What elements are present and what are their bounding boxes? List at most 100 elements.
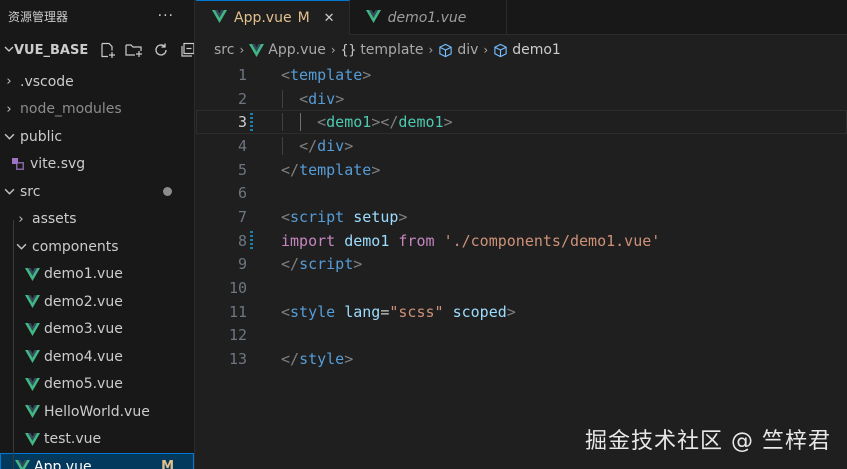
code-line[interactable]: 2 <div> xyxy=(196,87,847,111)
code-token: script xyxy=(290,207,345,226)
code-line[interactable]: 10 xyxy=(196,276,847,300)
indent-guide xyxy=(282,136,283,155)
chevron-right-icon: › xyxy=(428,43,434,57)
vue-file-icon xyxy=(24,294,40,310)
breadcrumb-item-template[interactable]: {} template xyxy=(341,42,424,58)
vue-file-icon xyxy=(249,43,265,57)
git-gutter-marker xyxy=(250,207,253,226)
git-gutter-marker xyxy=(250,231,253,251)
code-token: < xyxy=(317,113,327,132)
tree-item-vite-svg[interactable]: vite.svg xyxy=(0,151,194,179)
tree-item-label: assets xyxy=(32,211,77,228)
code-editor[interactable]: 1 <template> 2 <div> 3 <demo1></demo1> 4 </d… xyxy=(196,63,847,469)
code-token: style xyxy=(299,350,345,369)
breadcrumb-item-src[interactable]: src xyxy=(214,42,234,58)
line-number: 5 xyxy=(237,160,247,179)
code-token: demo1 xyxy=(398,113,444,132)
tree-item-demo2-vue[interactable]: demo2.vue xyxy=(0,288,194,316)
git-gutter-marker xyxy=(250,160,253,179)
braces-icon: {} xyxy=(340,42,357,58)
code-line[interactable]: 9 </script> xyxy=(196,253,847,277)
tree-item-helloworld-vue[interactable]: HelloWorld.vue xyxy=(0,398,194,426)
new-folder-icon[interactable] xyxy=(125,41,143,59)
tree-item-node-modules[interactable]: › node_modules xyxy=(0,96,194,124)
code-token: style xyxy=(290,302,336,321)
tab-app-vue[interactable]: App.vue M ✕ xyxy=(196,0,350,35)
code-line[interactable]: 6 xyxy=(196,181,847,205)
tab-label: demo1.vue xyxy=(387,9,467,26)
breadcrumb-item-div[interactable]: div xyxy=(438,42,478,58)
workspace-root[interactable]: VUE_BASE xyxy=(0,32,194,68)
tree-item-label: demo5.vue xyxy=(44,376,123,393)
breadcrumb-label: App.vue xyxy=(268,42,326,58)
tree-item-src[interactable]: src xyxy=(0,178,194,206)
code-token: template xyxy=(299,160,372,179)
tree-item-components[interactable]: components xyxy=(0,233,194,261)
line-number: 8 xyxy=(237,231,247,250)
code-token: demo1 xyxy=(344,231,390,250)
tree-item-label: demo2.vue xyxy=(44,293,123,310)
tree-item-label: demo1.vue xyxy=(44,266,123,283)
close-icon[interactable]: ✕ xyxy=(324,11,335,26)
tree-item-demo4-vue[interactable]: demo4.vue xyxy=(0,343,194,371)
breadcrumb-item-demo1[interactable]: demo1 xyxy=(493,42,561,58)
code-token: scoped xyxy=(452,302,507,321)
git-gutter-marker xyxy=(250,184,253,203)
new-file-icon[interactable] xyxy=(98,41,116,59)
more-actions-icon[interactable]: ··· xyxy=(158,8,174,24)
code-token: div xyxy=(308,89,336,108)
code-token: import xyxy=(281,231,336,250)
vue-file-icon xyxy=(212,10,228,26)
explorer-sidebar: 资源管理器 ··· VUE_BASE › .vscode › node_modu… xyxy=(0,0,195,469)
code-token: > xyxy=(443,113,453,132)
code-content: <script setup> xyxy=(281,208,407,226)
chevron-right-icon: › xyxy=(483,43,489,57)
tree-item-demo1-vue[interactable]: demo1.vue xyxy=(0,261,194,289)
code-token: > xyxy=(344,350,354,369)
git-gutter-marker xyxy=(250,302,253,321)
code-token: </ xyxy=(299,136,318,155)
line-number: 13 xyxy=(228,350,247,369)
chevron-down-icon xyxy=(2,131,16,142)
code-token: > xyxy=(398,207,408,226)
code-line[interactable]: 1 <template> xyxy=(196,63,847,87)
code-line[interactable]: 12 xyxy=(196,324,847,348)
tree-item-demo3-vue[interactable]: demo3.vue xyxy=(0,316,194,344)
code-line[interactable]: 11 <style lang="scss" scoped> xyxy=(196,300,847,324)
code-token: < xyxy=(299,89,309,108)
tab-demo1-vue[interactable]: demo1.vue xyxy=(350,0,508,35)
code-line[interactable]: 8 import demo1 from './components/demo1.v… xyxy=(196,229,847,253)
tree-item-demo5-vue[interactable]: demo5.vue xyxy=(0,371,194,399)
git-gutter-marker xyxy=(250,255,253,274)
code-line[interactable]: 5 </template> xyxy=(196,158,847,182)
code-line[interactable]: 4 </div> xyxy=(196,134,847,158)
tree-item-public[interactable]: public xyxy=(0,123,194,151)
refresh-icon[interactable] xyxy=(152,41,170,59)
tree-item-assets[interactable]: › assets xyxy=(0,206,194,234)
code-line[interactable]: 13 </style> xyxy=(196,347,847,371)
code-line[interactable]: 7 <script setup> xyxy=(196,205,847,229)
tree-item-label: vite.svg xyxy=(30,156,86,173)
tree-item-vscode[interactable]: › .vscode xyxy=(0,68,194,96)
tree-item-app-vue[interactable]: App.vue M xyxy=(0,453,194,469)
modified-dot-icon xyxy=(163,187,172,197)
collapse-all-icon[interactable] xyxy=(179,41,194,59)
code-line[interactable]: 3 <demo1></demo1> xyxy=(196,110,847,135)
editor-tabs: App.vue M ✕ demo1.vue xyxy=(196,0,847,35)
explorer-header: 资源管理器 ··· xyxy=(0,0,194,32)
code-content: <div> xyxy=(281,89,345,108)
line-number: 2 xyxy=(237,89,247,108)
breadcrumb: src › App.vue › {} template › div › demo… xyxy=(196,37,847,63)
code-content: </style> xyxy=(281,350,353,368)
chevron-down-icon xyxy=(4,44,14,57)
breadcrumb-item-app-vue[interactable]: App.vue xyxy=(249,42,326,58)
git-gutter-marker xyxy=(250,279,253,298)
code-token: > xyxy=(335,89,345,108)
vue-file-icon xyxy=(14,459,30,469)
tree-item-test-vue[interactable]: test.vue xyxy=(0,426,194,454)
chevron-right-icon: › xyxy=(239,43,245,57)
indent-guide xyxy=(282,113,283,132)
